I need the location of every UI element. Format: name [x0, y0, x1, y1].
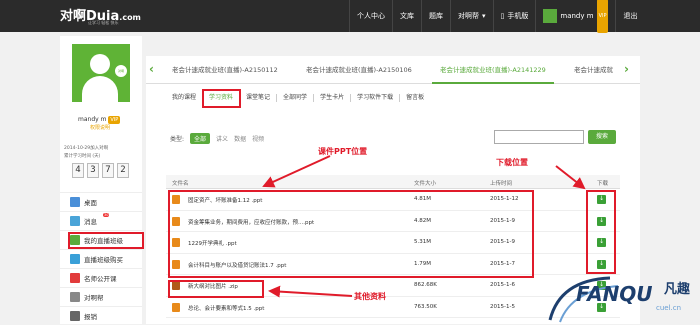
watermark-cn: 凡趣 [664, 282, 691, 297]
watermark: FANQU 凡趣 cuel.cn [540, 270, 700, 324]
arrow-to-other [268, 285, 353, 298]
arrow-to-ppt [262, 155, 331, 188]
watermark-brand: FANQU [576, 282, 653, 306]
watermark-url: cuel.cn [656, 304, 682, 312]
arrow-to-download [555, 165, 586, 190]
